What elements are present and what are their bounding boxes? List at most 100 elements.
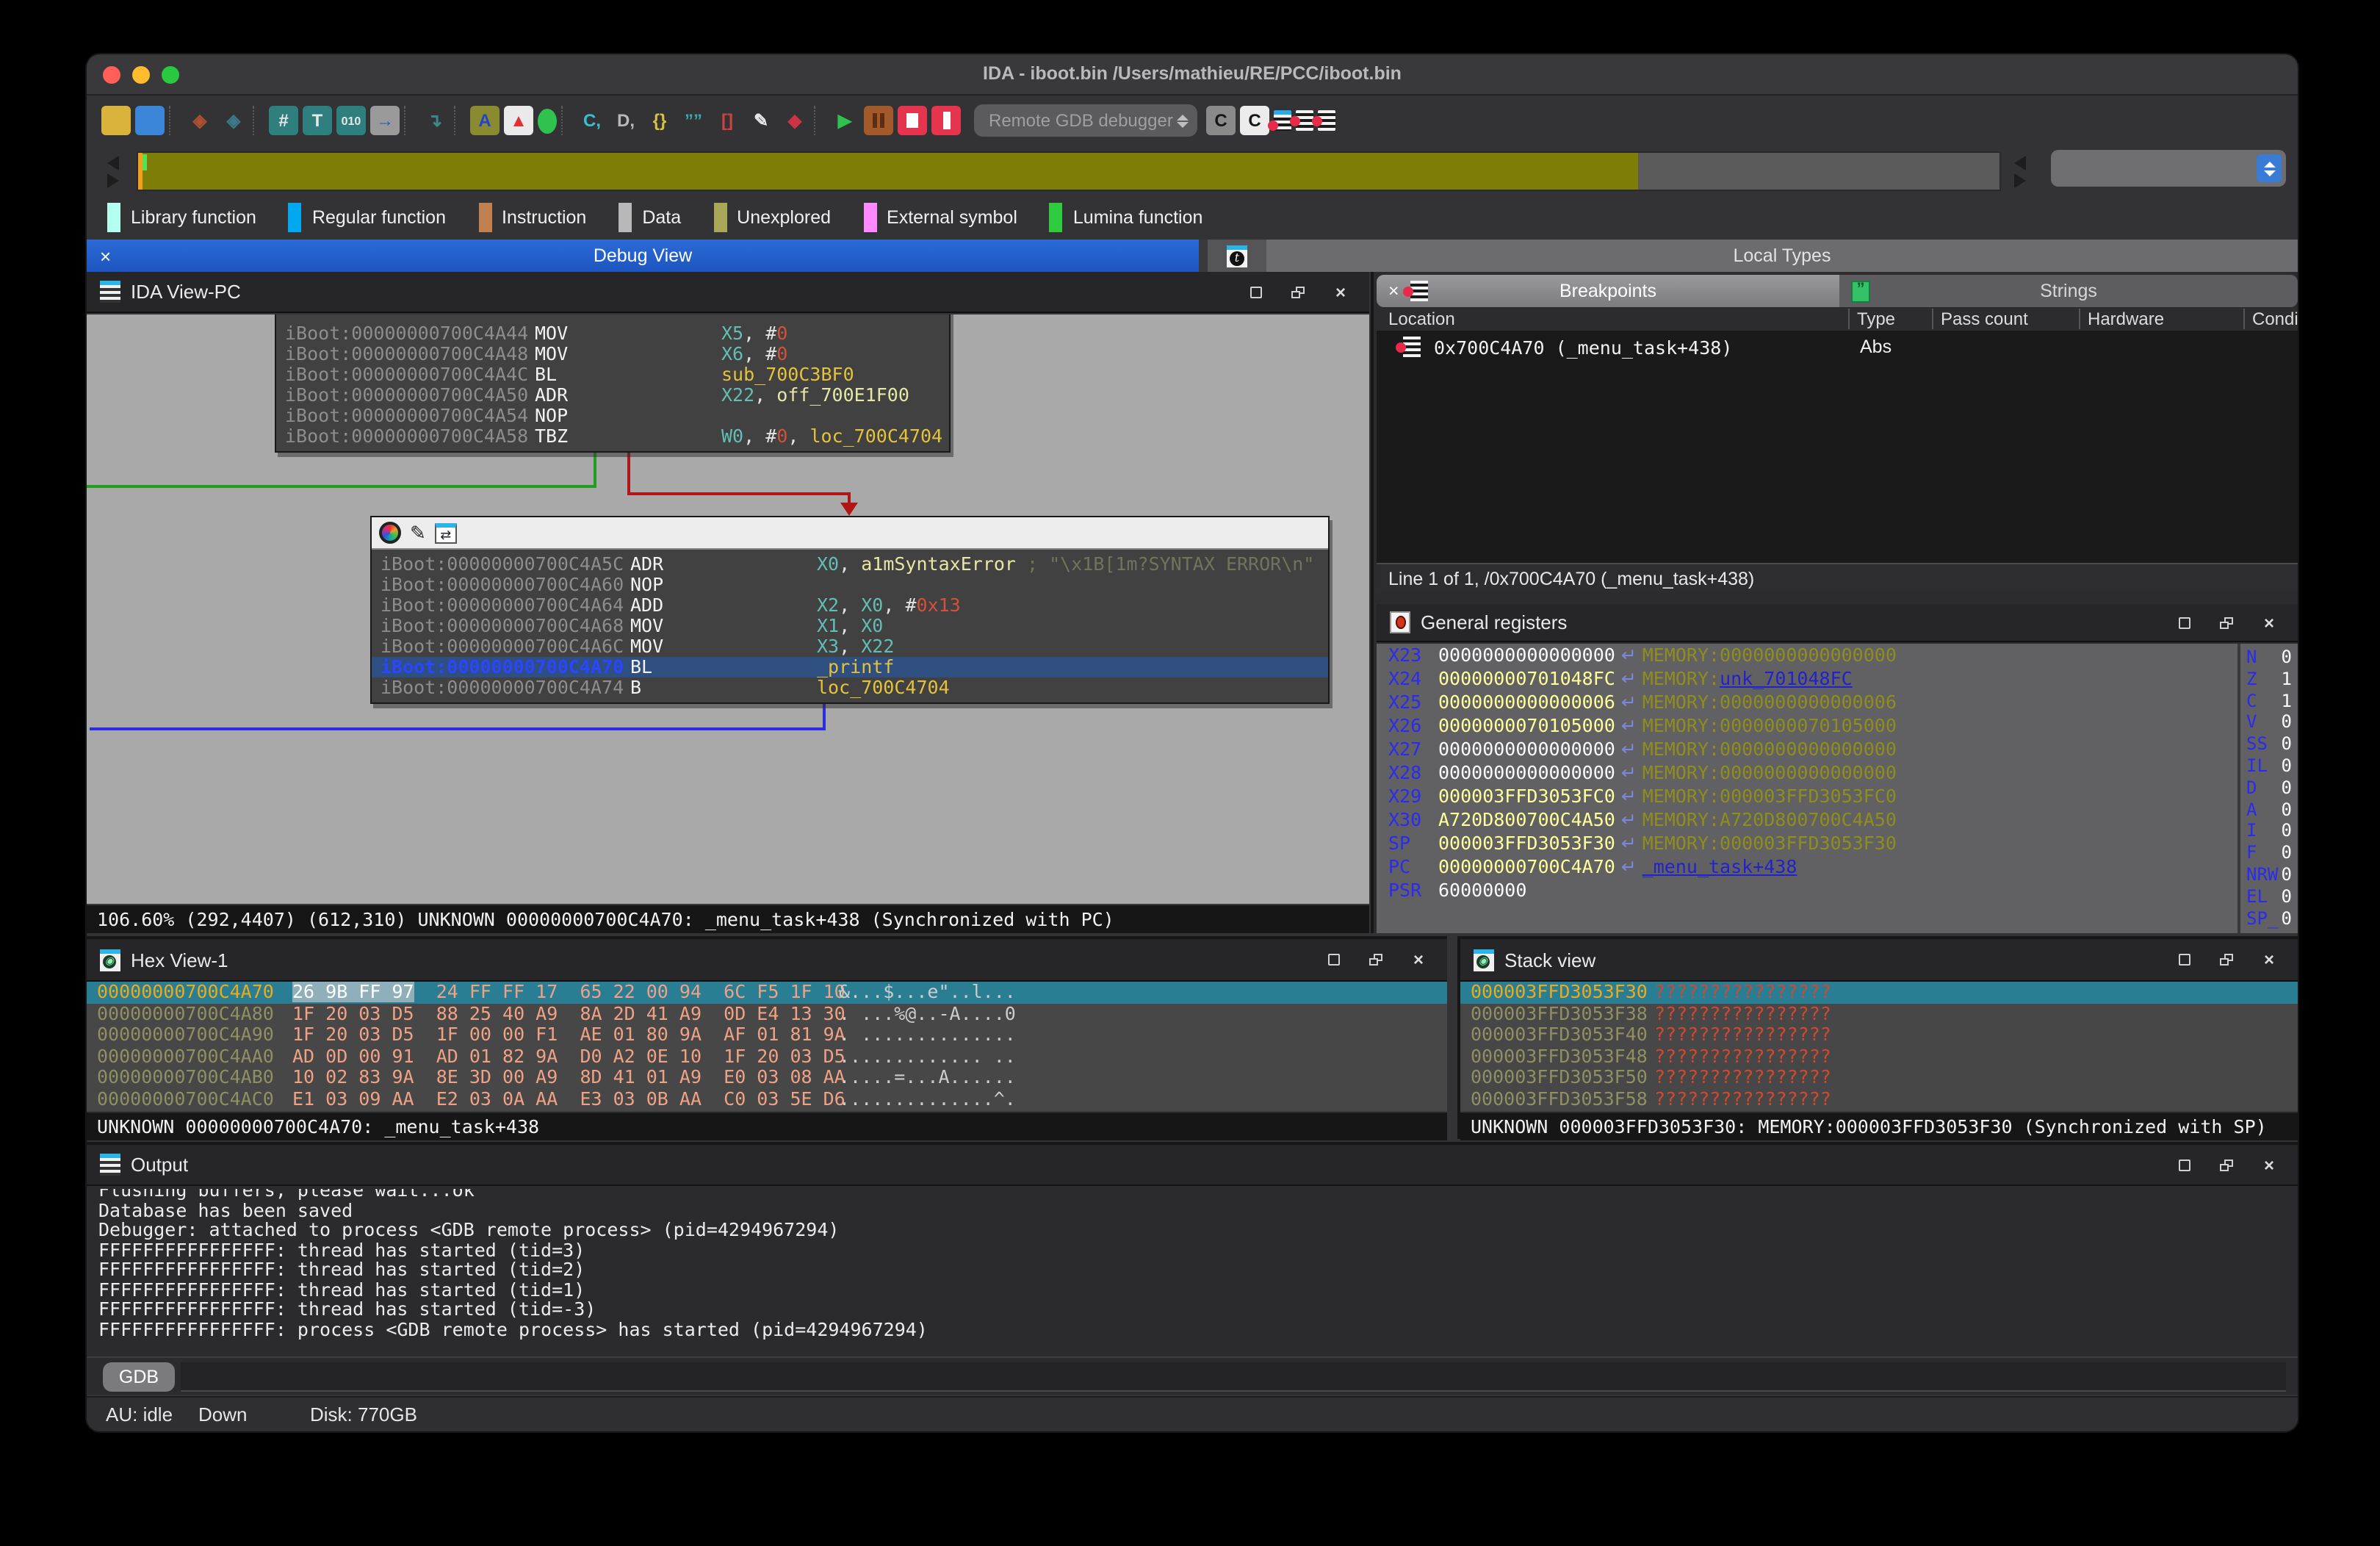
text-view-icon[interactable]: T	[303, 106, 332, 135]
graph-node-2[interactable]: ✎ ⇄ iBoot:00000000700C4A5CADRX0, a1mSynt…	[370, 516, 1330, 704]
register-row[interactable]: X260000000070105000 ↵ MEMORY:00000000701…	[1377, 714, 2298, 738]
stack-row[interactable]: 000003FFD3053F48????????????????	[1460, 1046, 2298, 1068]
maximize-panel-icon[interactable]	[2173, 611, 2195, 633]
open-file-icon[interactable]	[101, 106, 131, 135]
lumina-icon[interactable]	[538, 108, 557, 133]
shuffle-graph-icon[interactable]: ⇄	[435, 522, 457, 543]
disasm-line[interactable]: iBoot:00000000700C4A70BL_printf	[372, 657, 1328, 677]
stack-row[interactable]: 000003FFD3053F40????????????????	[1460, 1024, 2298, 1046]
brackets-icon[interactable]: []	[713, 106, 742, 135]
col-pass-count[interactable]: Pass count	[1941, 309, 2028, 329]
maximize-panel-icon[interactable]	[2173, 949, 2195, 971]
float-panel-icon[interactable]	[2215, 1154, 2237, 1176]
hex-view-header[interactable]: ◉ Hex View-1 ×	[87, 939, 1447, 982]
disassembly-graph[interactable]: iBoot:00000000700C4A44MOVX5, #0iBoot:000…	[87, 314, 1369, 904]
diamond-icon[interactable]: ◆	[780, 106, 809, 135]
tab-local-types-icon[interactable]: t	[1208, 240, 1266, 272]
register-row[interactable]: X280000000000000000 ↵ MEMORY:00000000000…	[1377, 761, 2298, 785]
register-row[interactable]: PC00000000700C4A70 ↵ _menu_task+438	[1377, 855, 2298, 879]
disasm-line[interactable]: iBoot:00000000700C4A68MOVX1, X0	[372, 616, 1328, 636]
close-icon[interactable]: ×	[1388, 281, 1399, 301]
float-panel-icon[interactable]	[2215, 949, 2237, 971]
breakpoint-add-icon[interactable]	[1296, 110, 1313, 131]
breakpoint-del-icon[interactable]	[1318, 110, 1335, 131]
breakpoints-column-header[interactable]: Location Type Pass count Hardware Condit…	[1377, 307, 2298, 331]
tab-strings[interactable]: ” Strings	[1839, 275, 2298, 307]
debugger-selector[interactable]: Remote GDB debugger	[974, 104, 1197, 137]
hex-row[interactable]: 00000000700C4A7026 9B FF 97 24 FF FF 17 …	[87, 982, 1447, 1003]
flags-list[interactable]: N0Z1C1V0SS0IL0D0A0I0F0NRW0EL0SP_0	[2237, 644, 2298, 933]
disasm-line[interactable]: iBoot:00000000700C4A4CBLsub_700C3BF0	[276, 364, 949, 385]
number-view-icon[interactable]: #	[269, 106, 298, 135]
jump-icon[interactable]: ↴	[420, 106, 450, 135]
maximize-panel-icon[interactable]	[1244, 281, 1266, 303]
stack-row[interactable]: 000003FFD3053F58????????????????	[1460, 1089, 2298, 1110]
stepper-icon[interactable]	[2257, 154, 2282, 182]
float-panel-icon[interactable]	[1287, 281, 1309, 303]
col-location[interactable]: Location	[1388, 309, 1455, 329]
stack-row[interactable]: 000003FFD3053F30????????????????	[1460, 982, 2298, 1003]
struct-d-icon[interactable]: D,	[611, 106, 641, 135]
breakpoints-list[interactable]: 0x700C4A70 (_menu_task+438) Abs	[1377, 331, 2298, 563]
detach-icon[interactable]	[931, 106, 961, 135]
gdb-tab-button[interactable]: GDB	[103, 1362, 175, 1392]
nav-back-icon[interactable]: ◈	[185, 106, 214, 135]
breakpoint-list-icon[interactable]	[1274, 110, 1291, 131]
register-row[interactable]: SP000003FFD3053F30 ↵ MEMORY:000003FFD305…	[1377, 832, 2298, 855]
save-file-icon[interactable]	[135, 106, 165, 135]
registers-list[interactable]: X230000000000000000 ↵ MEMORY:00000000000…	[1377, 644, 2298, 933]
maximize-panel-icon[interactable]	[2173, 1154, 2195, 1176]
graph-node-1[interactable]: iBoot:00000000700C4A44MOVX5, #0iBoot:000…	[275, 314, 951, 453]
step-into-icon[interactable]: C	[1240, 106, 1269, 135]
close-panel-icon[interactable]: ×	[1330, 281, 1352, 303]
disasm-line[interactable]: iBoot:00000000700C4A48MOVX6, #0	[276, 344, 949, 364]
hex-row[interactable]: 00000000700C4AB010 02 83 9A 8E 3D 00 A9 …	[87, 1068, 1447, 1089]
close-panel-icon[interactable]: ×	[2258, 949, 2280, 971]
col-hardware[interactable]: Hardware	[2088, 309, 2164, 329]
disasm-line[interactable]: iBoot:00000000700C4A54NOP	[276, 406, 949, 426]
maximize-panel-icon[interactable]	[1322, 949, 1344, 971]
stack-row[interactable]: 000003FFD3053F38????????????????	[1460, 1003, 2298, 1024]
goto-icon[interactable]: →	[370, 106, 400, 135]
stack-view-header[interactable]: ◉ Stack view ×	[1460, 939, 2298, 982]
output-log[interactable]: Flushing buffers, please wait...okDataba…	[87, 1189, 2298, 1356]
register-row[interactable]: X2400000000701048FC ↵ MEMORY:unk_701048F…	[1377, 667, 2298, 691]
quotes-icon[interactable]: ””	[679, 106, 708, 135]
breakpoint-row[interactable]: 0x700C4A70 (_menu_task+438) Abs	[1377, 335, 2298, 360]
graph-node-titlebar[interactable]: ✎ ⇄	[372, 517, 1328, 550]
hex-row[interactable]: 00000000700C4A901F 20 03 D5 1F 00 00 F1 …	[87, 1024, 1447, 1046]
register-row[interactable]: X29000003FFD3053FC0 ↵ MEMORY:000003FFD30…	[1377, 785, 2298, 808]
float-panel-icon[interactable]	[2215, 611, 2237, 633]
nav-forward-icon[interactable]: ◈	[219, 106, 248, 135]
register-row[interactable]: X230000000000000000 ↵ MEMORY:00000000000…	[1377, 644, 2298, 667]
close-panel-icon[interactable]: ×	[2258, 1154, 2280, 1176]
navigation-band[interactable]	[137, 151, 2001, 191]
stack-rows[interactable]: 000003FFD3053F30????????????????000003FF…	[1460, 982, 2298, 1111]
rename-icon[interactable]: A	[470, 106, 500, 135]
register-row[interactable]: X30A720D800700C4A50 ↵ MEMORY:A720D800700…	[1377, 808, 2298, 832]
stack-row[interactable]: 000003FFD3053F50????????????????	[1460, 1068, 2298, 1089]
color-wheel-icon[interactable]	[379, 522, 401, 544]
registers-header[interactable]: General registers ×	[1377, 604, 2298, 642]
gdb-command-input[interactable]	[181, 1362, 2286, 1392]
hex-row[interactable]: 00000000700C4AA0AD 0D 00 91 AD 01 82 9A …	[87, 1046, 1447, 1068]
ida-view-header[interactable]: IDA View-PC ×	[87, 272, 1369, 313]
float-panel-icon[interactable]	[1365, 949, 1387, 971]
register-row[interactable]: X250000000000000006 ↵ MEMORY:00000000000…	[1377, 691, 2298, 714]
binary-view-icon[interactable]: 010	[336, 106, 366, 135]
disasm-line[interactable]: iBoot:00000000700C4A5CADRX0, a1mSyntaxEr…	[372, 554, 1328, 575]
col-type[interactable]: Type	[1857, 309, 1895, 329]
tab-breakpoints[interactable]: × Breakpoints	[1377, 275, 1839, 307]
navband-zoom-select[interactable]	[2051, 150, 2286, 187]
output-header[interactable]: Output ×	[87, 1145, 2298, 1186]
step-over-icon[interactable]: C	[1206, 106, 1236, 135]
col-condition[interactable]: Conditi	[2252, 309, 2298, 329]
braces-icon[interactable]: {}	[645, 106, 674, 135]
tab-debug-view[interactable]: × Debug View	[87, 240, 1199, 272]
edit-pencil-icon[interactable]: ✎	[410, 521, 426, 544]
close-panel-icon[interactable]: ×	[1407, 949, 1429, 971]
register-row[interactable]: PSR60000000	[1377, 879, 2298, 902]
tab-local-types[interactable]: Local Types	[1266, 240, 2298, 272]
close-panel-icon[interactable]: ×	[2258, 611, 2280, 633]
hex-row[interactable]: 00000000700C4AC0E1 03 09 AA E2 03 0A AA …	[87, 1089, 1447, 1110]
